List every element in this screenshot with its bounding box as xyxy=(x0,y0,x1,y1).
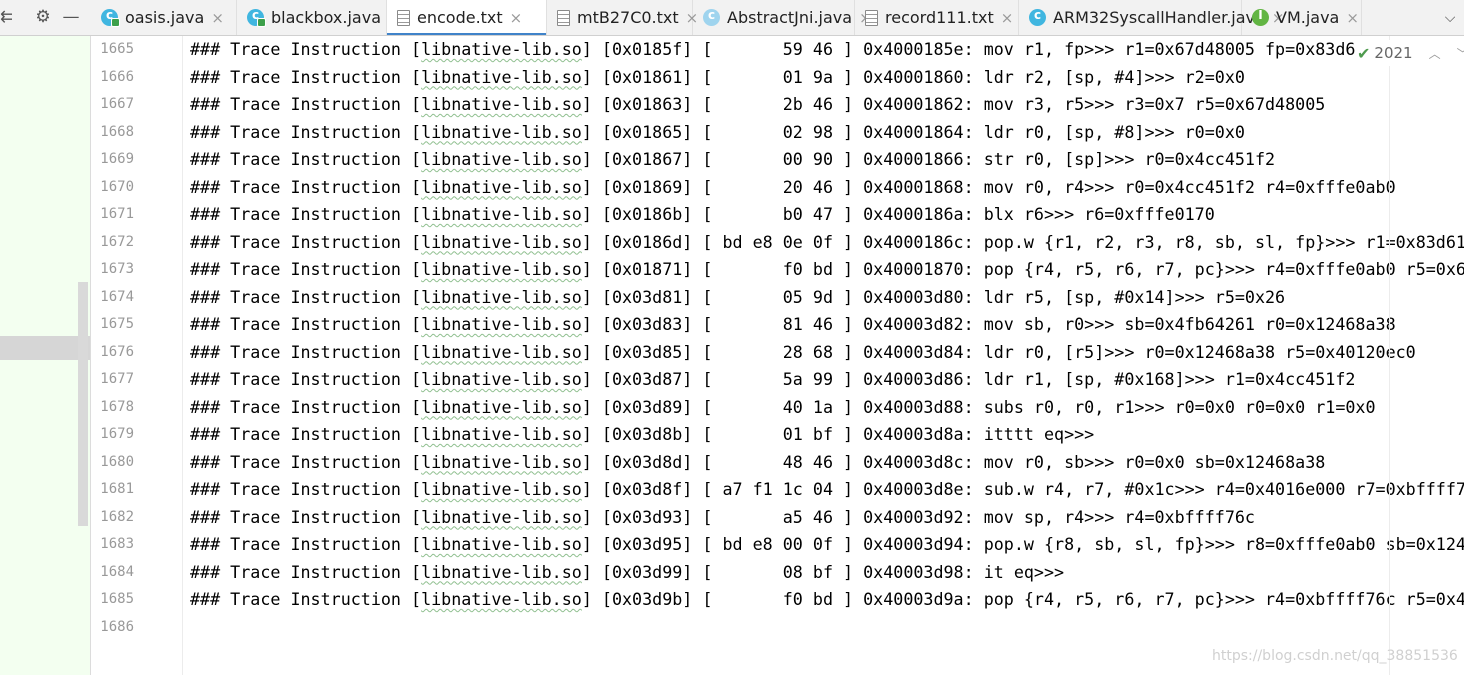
line-number: 1683 xyxy=(100,536,134,552)
tab-1[interactable]: blackbox.java× xyxy=(237,0,401,35)
editor-tab-bar: ⇇ ⚙ — oasis.java×blackbox.java×encode.tx… xyxy=(0,0,1464,36)
text-file-icon xyxy=(865,9,878,26)
tab-6[interactable]: ARM32SyscallHandler.java× xyxy=(1019,0,1284,35)
line-number: 1682 xyxy=(100,508,134,525)
tab-label: VM.java xyxy=(1276,8,1340,27)
code-line[interactable]: ### Trace Instruction [libnative-lib.so]… xyxy=(190,146,1275,173)
tab-label: oasis.java xyxy=(125,8,205,27)
tab-7[interactable]: VM.java × xyxy=(1242,0,1362,35)
code-line[interactable]: ### Trace Instruction [libnative-lib.so]… xyxy=(190,201,1215,228)
code-line[interactable]: ### Trace Instruction [libnative-lib.so]… xyxy=(190,91,1325,118)
code-line[interactable]: ### Trace Instruction [libnative-lib.so]… xyxy=(190,559,1064,586)
code-line[interactable]: ### Trace Instruction [libnative-lib.so]… xyxy=(190,64,1245,91)
right-margin-guide xyxy=(1389,36,1390,675)
code-line[interactable]: ### Trace Instruction [libnative-lib.so]… xyxy=(190,449,1325,476)
code-line[interactable]: ### Trace Instruction [libnative-lib.so]… xyxy=(190,311,1396,338)
line-number: 1674 xyxy=(100,288,134,305)
code-line[interactable]: ### Trace Instruction [libnative-lib.so]… xyxy=(190,366,1355,393)
line-number: 1669 xyxy=(100,151,134,167)
tabs-container: oasis.java×blackbox.java×encode.txt×mtB2… xyxy=(91,0,1436,35)
line-number: 1676 xyxy=(100,343,134,360)
line-number: 1666 xyxy=(100,68,134,85)
inspection-widget[interactable]: ✔ 2021 ︿ ﹀ xyxy=(1355,40,1464,66)
line-number: 1671 xyxy=(100,206,134,222)
close-icon[interactable]: × xyxy=(1346,9,1359,27)
code-line[interactable]: ### Trace Instruction [libnative-lib.so]… xyxy=(190,174,1396,201)
checkmark-icon: ✔ xyxy=(1357,43,1371,63)
selected-row-highlight xyxy=(0,336,90,360)
code-line[interactable]: ### Trace Instruction [libnative-lib.so]… xyxy=(190,394,1376,421)
code-line[interactable]: ### Trace Instruction [libnative-lib.so]… xyxy=(190,476,1464,503)
collapse-arrow-icon[interactable]: ⇇ xyxy=(0,0,12,35)
line-number: 1670 xyxy=(100,178,134,195)
code-line[interactable]: ### Trace Instruction [libnative-lib.so]… xyxy=(190,229,1464,256)
line-number-gutter: 1665 1666 1667 1668 1669 1670 1671 1672 1673 1674… xyxy=(91,36,183,675)
text-editor[interactable]: ### Trace Instruction [libnative-lib.so]… xyxy=(183,36,1464,675)
code-line[interactable]: ### Trace Instruction [libnative-lib.so]… xyxy=(190,256,1464,283)
tab-0[interactable]: oasis.java × xyxy=(91,0,237,35)
line-number: 1686 xyxy=(100,618,134,635)
tab-label: mtB27C0.txt xyxy=(577,8,679,27)
tab-label: blackbox.java xyxy=(271,8,381,27)
watermark: https://blog.csdn.net/qq_38851536 xyxy=(1212,648,1458,664)
line-number: 1673 xyxy=(100,261,134,277)
gear-icon[interactable]: ⚙ xyxy=(30,0,56,35)
code-line[interactable]: ### Trace Instruction [libnative-lib.so]… xyxy=(190,36,1365,63)
code-line[interactable]: ### Trace Instruction [libnative-lib.so]… xyxy=(190,421,1094,448)
tab-2[interactable]: encode.txt × xyxy=(387,0,547,35)
line-number: 1665 xyxy=(100,41,134,57)
hide-icon[interactable]: — xyxy=(60,0,82,35)
tab-label: AbstractJni.java xyxy=(727,8,853,27)
code-line[interactable]: ### Trace Instruction [libnative-lib.so]… xyxy=(190,586,1464,613)
line-number: 1668 xyxy=(100,123,134,140)
line-number: 1681 xyxy=(100,481,134,497)
code-line[interactable]: ### Trace Instruction [libnative-lib.so]… xyxy=(190,531,1464,558)
line-number: 1678 xyxy=(100,398,134,415)
tab-label: ARM32SyscallHandler.java xyxy=(1053,8,1265,27)
tab-list-chevron-down-icon[interactable]: ⌵ xyxy=(1436,0,1464,35)
tab-3[interactable]: mtB27C0.txt × xyxy=(547,0,698,35)
code-line[interactable]: ### Trace Instruction [libnative-lib.so]… xyxy=(190,284,1285,311)
code-line[interactable]: ### Trace Instruction [libnative-lib.so]… xyxy=(190,119,1245,146)
tab-label: encode.txt xyxy=(417,8,503,27)
tab-5[interactable]: record111.txt × xyxy=(855,0,1019,35)
inspection-count: 2021 xyxy=(1374,44,1413,62)
java-interface-icon xyxy=(1252,8,1269,26)
java-class-icon xyxy=(101,8,120,27)
java-class-icon xyxy=(247,8,266,27)
java-class-icon xyxy=(1029,8,1046,26)
line-number: 1685 xyxy=(100,591,134,607)
code-line[interactable]: ### Trace Instruction [libnative-lib.so]… xyxy=(190,339,1416,366)
line-number: 1672 xyxy=(100,233,134,250)
line-number: 1680 xyxy=(100,453,134,470)
close-icon[interactable]: × xyxy=(1001,9,1014,27)
line-number: 1679 xyxy=(100,426,134,442)
close-icon[interactable]: × xyxy=(510,9,523,27)
tool-window-controls: ⇇ ⚙ — xyxy=(0,0,91,35)
tab-label: record111.txt xyxy=(885,8,994,27)
line-number: 1684 xyxy=(100,563,134,580)
text-file-icon xyxy=(557,9,570,26)
project-panel-strip xyxy=(0,36,91,675)
tab-4[interactable]: AbstractJni.java× xyxy=(693,0,872,35)
code-line[interactable]: ### Trace Instruction [libnative-lib.so]… xyxy=(190,504,1255,531)
close-icon[interactable]: × xyxy=(211,9,224,27)
java-class-icon xyxy=(703,8,720,26)
line-number: 1677 xyxy=(100,371,134,387)
line-number: 1675 xyxy=(100,316,134,332)
line-number: 1667 xyxy=(100,96,134,112)
scrollbar-thumb[interactable] xyxy=(78,282,88,526)
text-file-icon xyxy=(397,9,410,26)
next-highlight-icon[interactable]: ﹀ xyxy=(1457,45,1464,62)
previous-highlight-icon[interactable]: ︿ xyxy=(1429,45,1441,62)
